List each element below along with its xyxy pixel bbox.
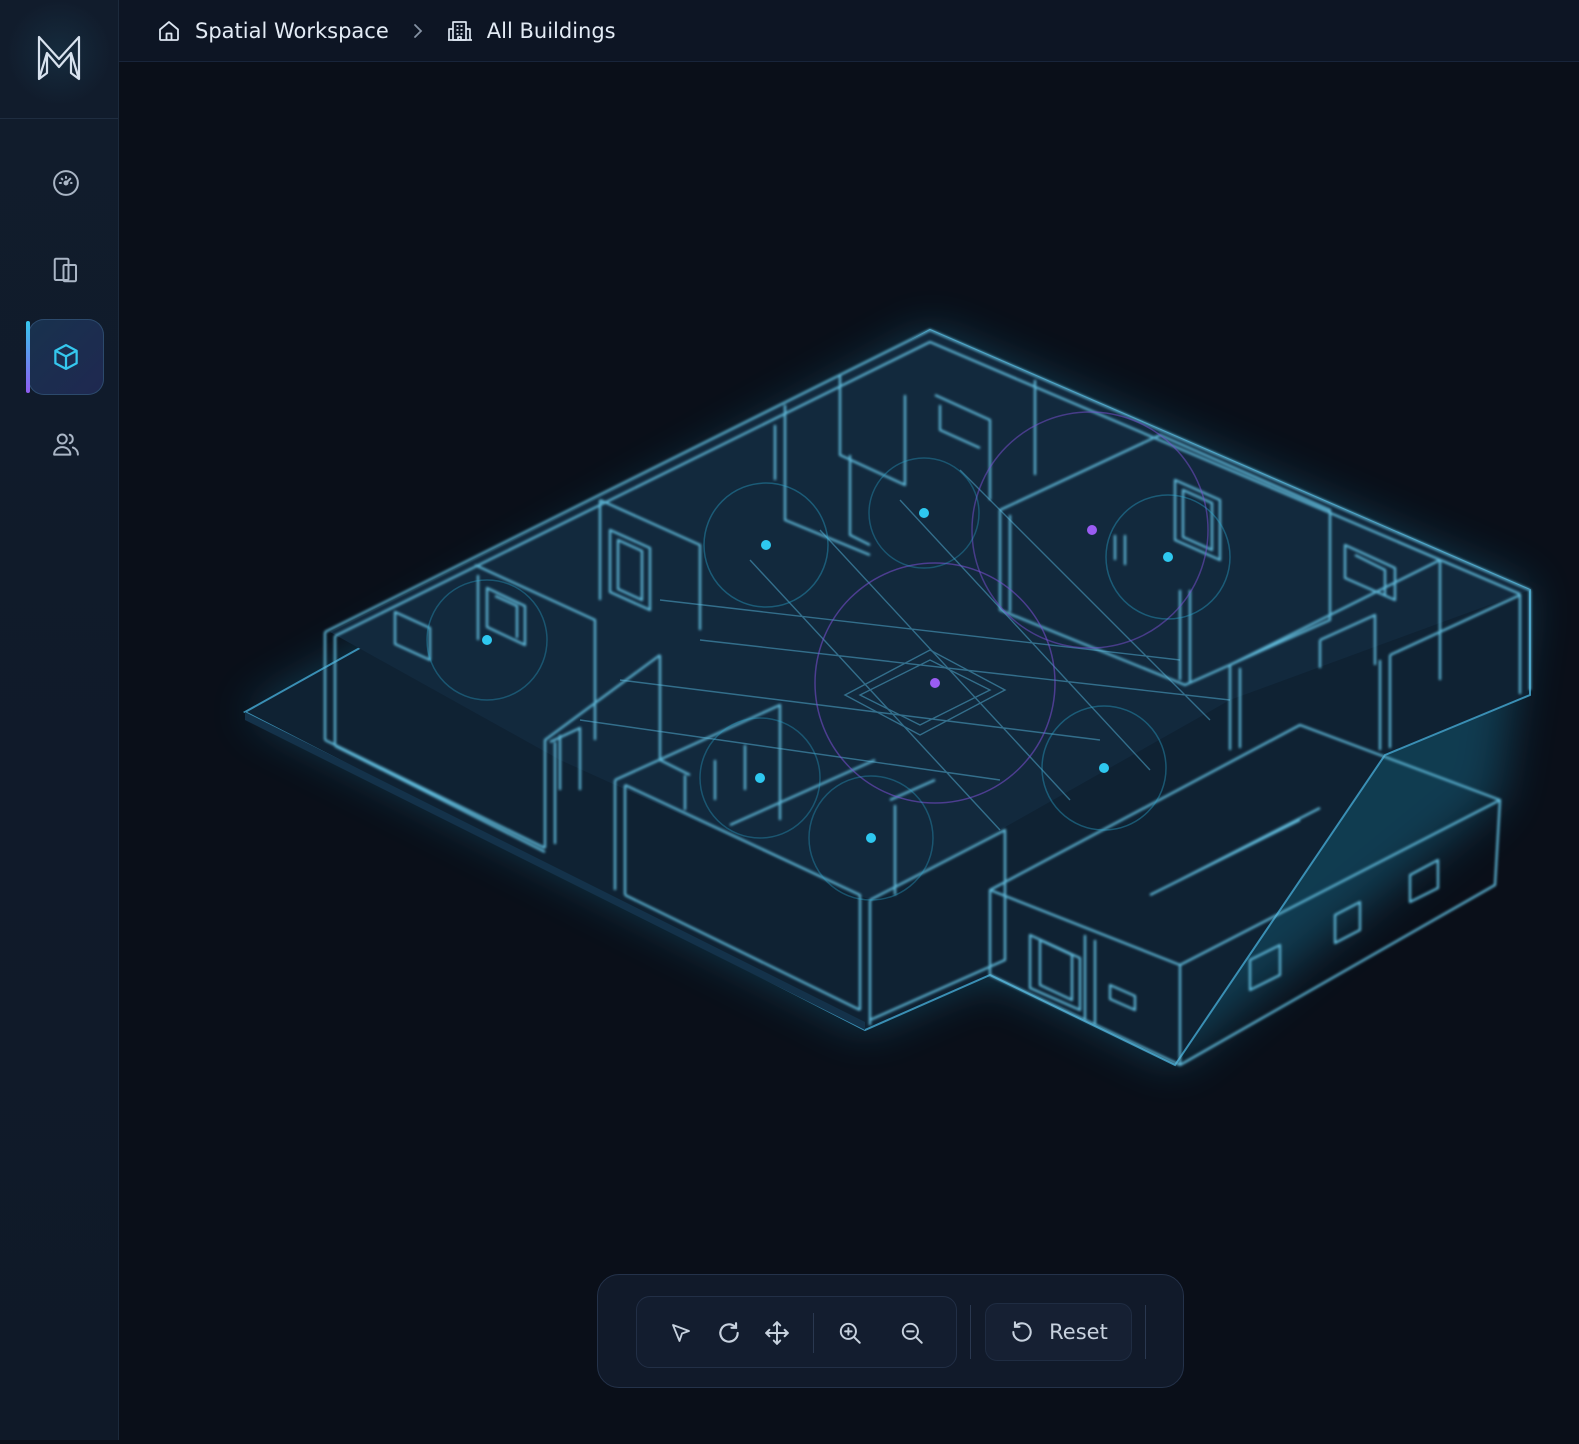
m-logo-icon [37,35,81,81]
toolbar-divider [813,1313,814,1353]
building-3d-viewport[interactable] [119,63,1579,1440]
breadcrumb-item-workspace[interactable]: Spatial Workspace [157,19,389,43]
cursor-icon [672,1324,690,1342]
zoom-out-icon [901,1322,923,1344]
move-icon [765,1321,789,1345]
breadcrumb-label: All Buildings [486,18,616,43]
building-icon [447,20,472,41]
sidebar-item-devices[interactable] [28,232,104,308]
reset-icon [1012,1321,1032,1342]
devices-icon [53,257,77,283]
zoom-in-button[interactable] [830,1313,870,1353]
rotate-icon [719,1322,739,1343]
reset-view-button[interactable]: Reset [985,1303,1132,1361]
sidebar-item-dashboard[interactable] [28,145,104,221]
breadcrumb: Spatial Workspace All Buildings [119,0,1579,62]
breadcrumb-label: Spatial Workspace [195,18,389,43]
viewport-toolbar: Reset [597,1274,1184,1388]
zoom-in-icon [839,1322,861,1344]
sidebar [0,0,119,1440]
building-wireframe-model[interactable] [119,63,1579,1440]
breadcrumb-item-buildings[interactable]: All Buildings [447,19,616,43]
tool-group [636,1296,957,1368]
sidebar-item-spatial-3d[interactable] [26,319,104,395]
chevron-right-icon [411,22,425,40]
users-icon [53,433,79,456]
home-icon [159,20,179,41]
toolbar-divider [970,1305,971,1359]
reset-label: Reset [1049,1320,1108,1344]
sidebar-item-users[interactable] [28,406,104,482]
toolbar-divider [1145,1305,1146,1359]
gauge-icon [53,170,79,196]
select-tool-button[interactable] [661,1313,701,1353]
zoom-out-button[interactable] [892,1313,932,1353]
pan-tool-button[interactable] [757,1313,797,1353]
rotate-tool-button[interactable] [709,1313,749,1353]
cube-icon [54,344,78,370]
app-logo[interactable] [0,0,118,119]
